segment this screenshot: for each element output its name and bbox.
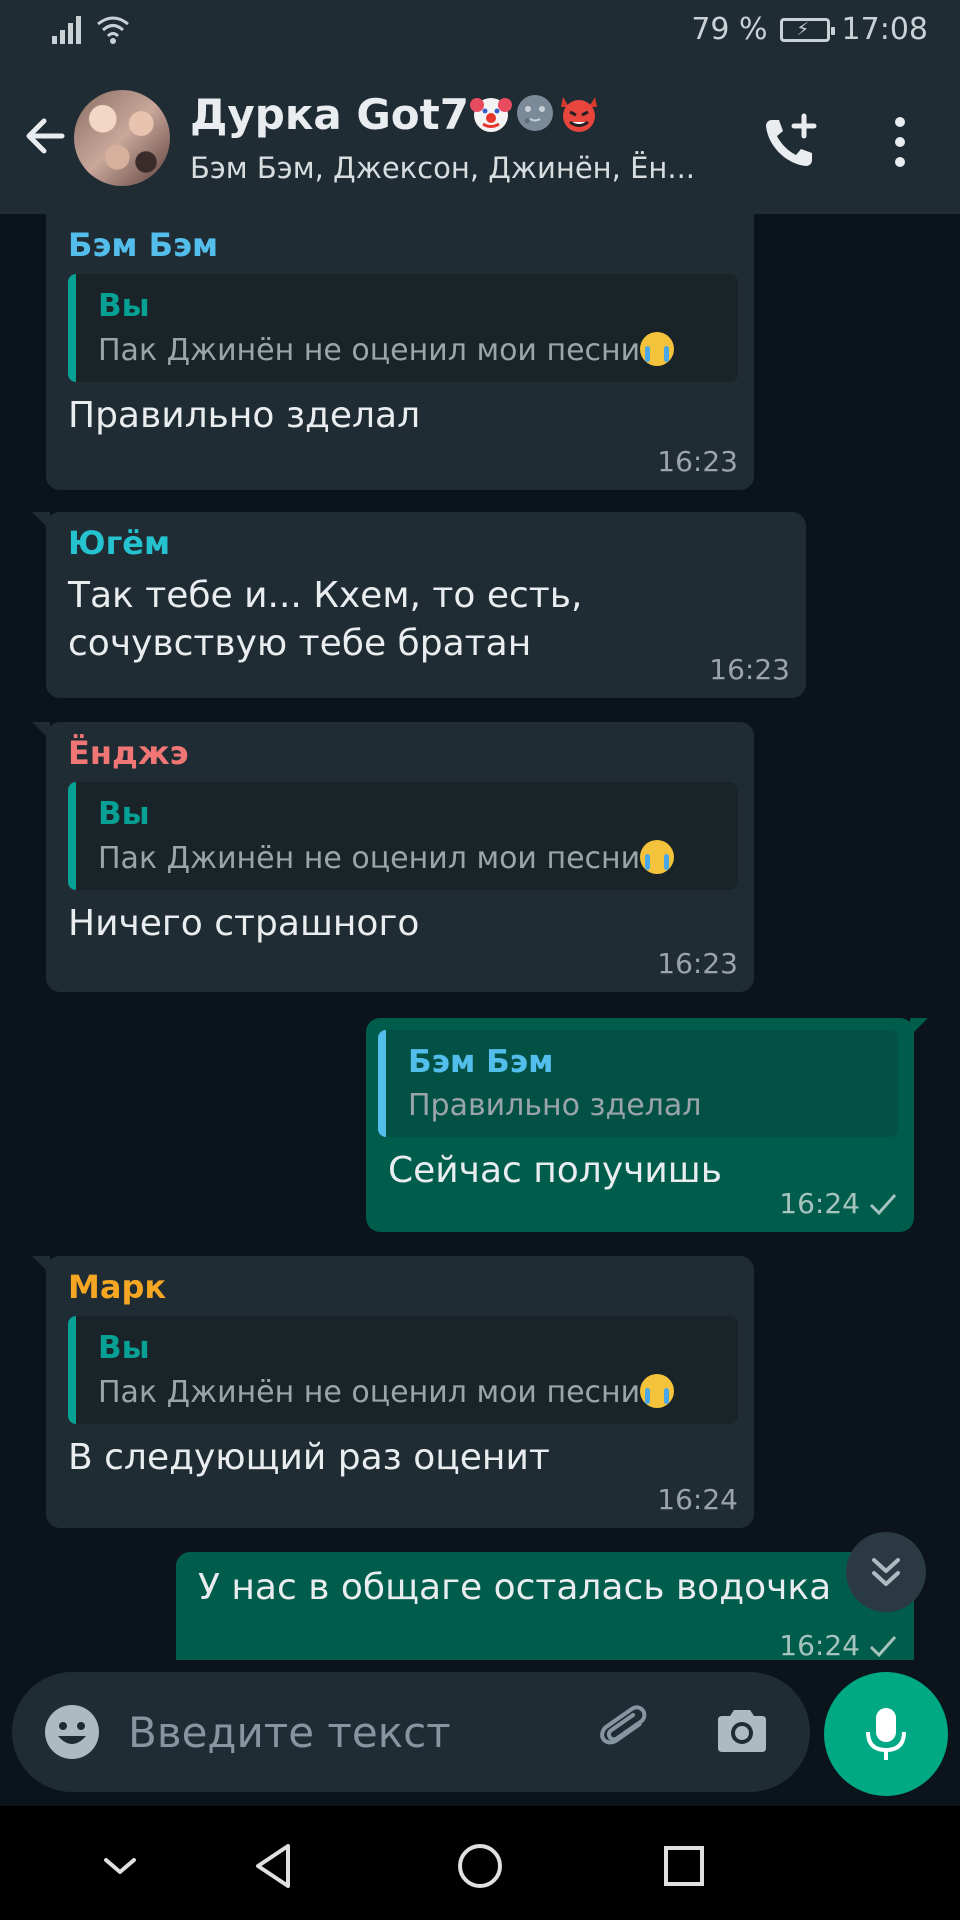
message-composer (12, 1672, 810, 1792)
clown-emoji-icon (469, 98, 512, 132)
message-bubble-outgoing[interactable]: У нас в общаге осталась водочка 16:24 (176, 1552, 914, 1660)
message-time: 16:24 (779, 1629, 860, 1660)
system-navigation-bar (0, 1806, 960, 1920)
sender-name: Марк (68, 1268, 167, 1306)
quoted-text: Правильно зделал (408, 1088, 702, 1123)
hide-keyboard-chevron-icon[interactable] (90, 1836, 150, 1896)
emoji-icon[interactable] (42, 1702, 102, 1762)
double-chevron-down-icon (872, 1558, 900, 1586)
quoted-message[interactable]: Вы Пак Джинён не оценил мои песни (68, 1316, 738, 1424)
back-arrow-icon[interactable] (18, 108, 74, 164)
quoted-message[interactable]: Вы Пак Джинён не оценил мои песни (68, 274, 738, 382)
devil-emoji-icon (560, 97, 597, 132)
chat-title-text: Дурка Got7 (190, 90, 469, 139)
message-time: 16:24 (779, 1187, 860, 1220)
crying-face-emoji-icon (640, 840, 675, 874)
voice-record-button[interactable] (824, 1672, 948, 1796)
single-check-icon (869, 1193, 897, 1215)
message-time: 16:24 (657, 1483, 738, 1516)
message-text: Правильно зделал (68, 395, 421, 436)
message-bubble-outgoing[interactable]: Бэм Бэм Правильно зделал Сейчас получишь… (366, 1018, 928, 1232)
bubble-tail (32, 722, 50, 740)
chat-header: Дурка Got7 Бэм Бэм, Джексон, Джинён, Ён.… (0, 64, 960, 214)
new-moon-face-emoji-icon (516, 95, 553, 131)
message-list[interactable]: Бэм Бэм Вы Пак Джинён не оценил мои песн… (0, 214, 960, 1660)
chat-members: Бэм Бэм, Джексон, Джинён, Ён... (190, 151, 696, 185)
crying-face-emoji-icon (640, 332, 675, 366)
message-input[interactable] (128, 1700, 488, 1764)
crying-face-emoji-icon (640, 1374, 675, 1408)
nav-back-icon[interactable] (246, 1836, 306, 1896)
message-text-line: сочувствую тебе братан (68, 623, 532, 664)
message-time: 16:23 (657, 445, 738, 478)
message-meta: 16:24 (779, 1629, 898, 1660)
sender-name: Югём (68, 524, 171, 562)
group-avatar[interactable] (74, 90, 170, 186)
quoted-sender: Бэм Бэм (408, 1044, 554, 1080)
message-meta: 16:24 (779, 1187, 898, 1220)
quoted-message[interactable]: Вы Пак Джинён не оценил мои песни (68, 782, 738, 890)
status-right: 79 % ⚡ 17:08 (691, 12, 928, 47)
message-text: Ничего страшного (68, 903, 420, 944)
sender-name: Ёнджэ (68, 734, 189, 772)
single-check-icon (869, 1635, 897, 1657)
signal-icon (52, 16, 81, 44)
battery-percent: 79 % (691, 12, 768, 47)
paperclip-icon[interactable] (596, 1702, 656, 1762)
chat-title-area[interactable]: Дурка Got7 Бэм Бэм, Джексон, Джинён, Ён.… (190, 90, 750, 185)
scroll-to-bottom-button[interactable] (846, 1532, 926, 1612)
nav-recents-icon[interactable] (654, 1836, 714, 1896)
message-text: У нас в общаге осталась водочка (198, 1567, 832, 1608)
message-bubble-incoming[interactable]: Бэм Бэм Вы Пак Джинён не оценил мои песн… (46, 214, 754, 490)
message-bubble-incoming[interactable]: Марк Вы Пак Джинён не оценил мои песни В… (32, 1256, 754, 1528)
clock: 17:08 (841, 12, 928, 47)
quoted-text: Пак Джинён не оценил мои песни (98, 840, 718, 876)
status-left (52, 14, 130, 44)
more-options-icon[interactable] (880, 112, 920, 172)
message-bubble-incoming[interactable]: Югём Так тебе и... Кхем, то есть, сочувс… (32, 512, 806, 698)
bubble-tail (32, 512, 50, 530)
message-text-line: Так тебе и... Кхем, то есть, (68, 575, 583, 616)
quoted-sender: Вы (98, 1330, 150, 1366)
add-call-icon[interactable] (758, 110, 822, 174)
wifi-icon (97, 16, 129, 44)
quoted-sender: Вы (98, 288, 150, 324)
quoted-text: Пак Джинён не оценил мои песни (98, 332, 718, 368)
quoted-message[interactable]: Бэм Бэм Правильно зделал (378, 1030, 898, 1137)
camera-icon[interactable] (712, 1702, 772, 1762)
quoted-text: Пак Джинён не оценил мои песни (98, 1374, 718, 1410)
sender-name: Бэм Бэм (68, 226, 219, 264)
status-bar: 79 % ⚡ 17:08 (0, 0, 960, 64)
message-bubble-incoming[interactable]: Ёнджэ Вы Пак Джинён не оценил мои песни … (32, 722, 754, 992)
message-text: В следующий раз оценит (68, 1437, 550, 1478)
battery-icon: ⚡ (779, 17, 835, 42)
nav-home-icon[interactable] (450, 1836, 510, 1896)
quoted-sender: Вы (98, 796, 150, 832)
message-time: 16:23 (657, 947, 738, 980)
chat-title: Дурка Got7 (190, 90, 750, 139)
message-time: 16:23 (709, 653, 790, 686)
bubble-tail (32, 1256, 50, 1274)
bubble-tail (910, 1018, 928, 1036)
microphone-icon (866, 1708, 906, 1760)
